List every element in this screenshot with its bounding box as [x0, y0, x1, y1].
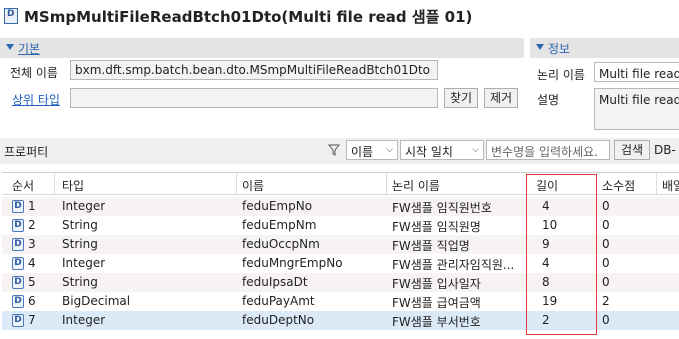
basic-section-header[interactable]: 기본: [0, 38, 524, 58]
column-header-decimal[interactable]: 소수점: [602, 177, 635, 194]
logical-name-field[interactable]: Multi file read 샘: [594, 62, 679, 82]
full-name-label: 전체 이름: [10, 66, 58, 80]
description-label: 설명: [537, 93, 560, 107]
field-d-icon: D: [12, 219, 24, 232]
filter-field-select[interactable]: 이름 ⌵: [346, 140, 398, 160]
properties-toolbar: 프로퍼티 이름 ⌵ 시작 일치 ⌵ 변수명을 입력하세요. 검색 DB-: [0, 138, 679, 164]
field-d-icon: D: [12, 295, 24, 308]
column-header-type[interactable]: 타입: [62, 177, 84, 194]
field-d-icon: D: [12, 238, 24, 251]
description-field[interactable]: Multi file read 샘: [594, 88, 679, 130]
info-section-title: 정보: [548, 42, 571, 56]
column-header-logical-name[interactable]: 논리 이름: [392, 177, 440, 194]
editor-title-bar: D MSmpMultiFileReadBtch01Dto(Multi file …: [0, 0, 679, 32]
length-column-highlight: [526, 174, 597, 335]
column-header-array[interactable]: 배열: [662, 177, 679, 194]
column-header-name[interactable]: 이름: [242, 177, 264, 194]
info-section-header[interactable]: 정보: [530, 38, 679, 58]
dto-file-icon: D: [4, 8, 18, 24]
chevron-down-icon: ⌵: [472, 145, 479, 155]
field-d-icon: D: [12, 314, 24, 327]
properties-title: 프로퍼티: [4, 145, 49, 159]
full-name-field[interactable]: bxm.dft.smp.batch.bean.dto.MSmpMultiFile…: [70, 60, 438, 80]
parent-type-field[interactable]: [70, 88, 438, 108]
chevron-down-icon: ⌵: [386, 145, 393, 155]
field-d-icon: D: [12, 257, 24, 270]
filter-icon[interactable]: [328, 144, 340, 156]
collapse-triangle-icon[interactable]: [536, 44, 544, 50]
collapse-triangle-icon[interactable]: [6, 44, 14, 50]
field-d-icon: D: [12, 276, 24, 289]
column-header-order[interactable]: 순서: [12, 177, 34, 194]
match-mode-select[interactable]: 시작 일치 ⌵: [400, 140, 484, 160]
editor-title: MSmpMultiFileReadBtch01Dto(Multi file re…: [24, 8, 473, 26]
basic-section-title: 기본: [18, 42, 41, 56]
parent-type-link[interactable]: 상위 타입: [12, 91, 60, 108]
logical-name-label: 논리 이름: [537, 68, 585, 82]
variable-search-input[interactable]: 변수명을 입력하세요.: [486, 140, 610, 160]
remove-button[interactable]: 제거: [484, 88, 518, 108]
find-button[interactable]: 찾기: [444, 88, 478, 108]
search-button[interactable]: 검색: [614, 140, 650, 160]
db-button[interactable]: DB-: [654, 143, 676, 157]
field-d-icon: D: [12, 200, 24, 213]
